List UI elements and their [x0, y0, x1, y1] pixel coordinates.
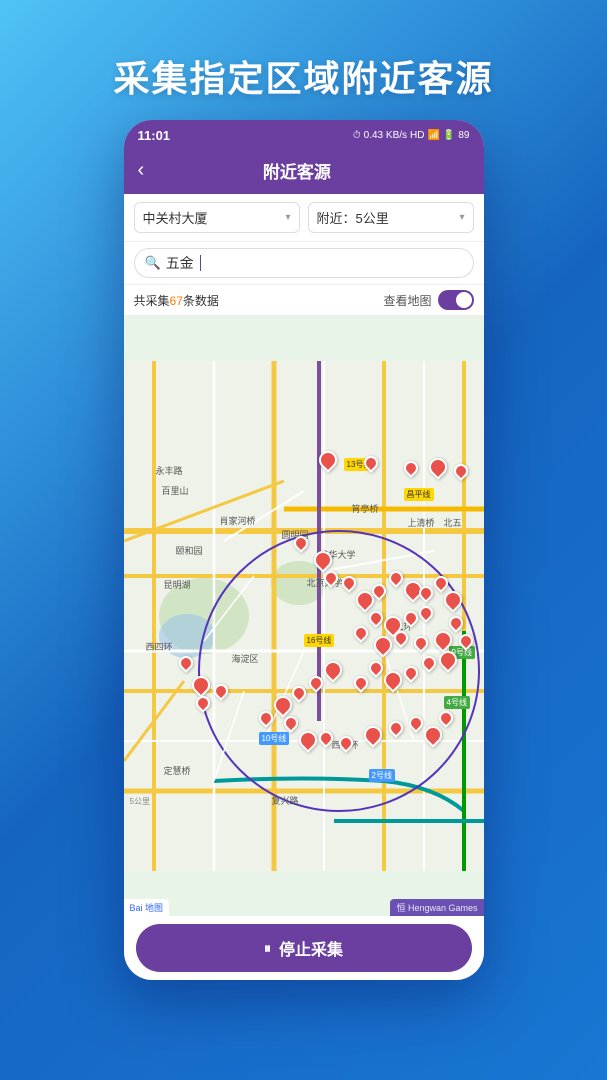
- map-toggle-area: 查看地图: [383, 290, 473, 310]
- app-header: ‹ 附近客源: [124, 148, 484, 194]
- map-pin: [419, 586, 433, 600]
- back-button[interactable]: ‹: [138, 159, 145, 182]
- header-title: 附近客源: [154, 158, 439, 183]
- map-pin: [369, 661, 383, 675]
- phone-frame: 11:01 ⏱ 0.43 KB/s HD 📶 🔋 89 ‹ 附近客源 中关村大厦…: [124, 120, 484, 980]
- distance-arrow: ▾: [459, 212, 464, 223]
- title-area: 采集指定区域附近客源: [0, 30, 607, 120]
- location-filter[interactable]: 中关村大厦 ▾: [134, 202, 300, 233]
- toggle-knob: [456, 292, 472, 308]
- map-pin: [434, 576, 448, 590]
- distance-filter[interactable]: 附近：5公里 ▾: [308, 202, 474, 233]
- hd-icon: HD: [410, 130, 424, 141]
- map-pin: [294, 536, 308, 550]
- map-pin: [404, 666, 418, 680]
- hengwan-watermark: 恒 Hengwan Games: [390, 899, 483, 916]
- map-toggle-switch[interactable]: [438, 290, 474, 310]
- map-pin: [319, 731, 333, 745]
- map-pin: [274, 696, 292, 714]
- map-pin: [374, 636, 392, 654]
- map-pin: [389, 721, 403, 735]
- battery-level: 89: [458, 130, 469, 141]
- filter-row: 中关村大厦 ▾ 附近：5公里 ▾: [124, 194, 484, 242]
- map-pin: [424, 726, 442, 744]
- status-time: 11:01: [138, 128, 171, 143]
- map-pin: [192, 676, 210, 694]
- search-row: 🔍 五金: [124, 242, 484, 285]
- info-row: 共采集67条数据 查看地图: [124, 285, 484, 316]
- distance-text: 附近：5公里: [317, 208, 389, 227]
- pause-icon: ⏸: [264, 940, 271, 957]
- count-number: 67: [170, 294, 183, 308]
- map-pin: [339, 736, 353, 750]
- location-text: 中关村大厦: [143, 208, 208, 227]
- map-pin: [314, 551, 332, 569]
- stop-collect-button[interactable]: ⏸ 停止采集: [136, 924, 472, 972]
- network-icon: 📶: [427, 130, 439, 141]
- map-pin: [384, 671, 402, 689]
- page-main-title: 采集指定区域附近客源: [0, 50, 607, 102]
- map-pin: [404, 611, 418, 625]
- search-box[interactable]: 🔍 五金: [134, 248, 474, 278]
- map-pin: [354, 626, 368, 640]
- status-icons: ⏱ 0.43 KB/s HD 📶 🔋 89: [353, 130, 470, 141]
- signal-kb: 0.43 KB/s: [364, 130, 407, 141]
- map-background: 13号线 16号线 10号线 2号线 9号线 4号线 昌平线 颐和园 昆明湖 圆…: [124, 316, 484, 916]
- map-pin: [364, 456, 378, 470]
- map-pin: [354, 676, 368, 690]
- map-pin: [419, 606, 433, 620]
- map-pin: [394, 631, 408, 645]
- metro-label-changping: 昌平线: [404, 488, 434, 501]
- map-pin: [364, 726, 382, 744]
- map-toggle-label: 查看地图: [383, 292, 431, 309]
- map-pin: [389, 571, 403, 585]
- map-pin: [292, 686, 306, 700]
- map-pin: [324, 571, 338, 585]
- status-bar: 11:01 ⏱ 0.43 KB/s HD 📶 🔋 89: [124, 120, 484, 148]
- map-pin: [454, 464, 468, 478]
- map-pin: [309, 676, 323, 690]
- map-pin: [439, 711, 453, 725]
- battery-icon: 🔋: [443, 130, 455, 141]
- baidu-logo: Bai 地图: [124, 899, 170, 916]
- map-pin: [449, 616, 463, 630]
- map-pin: [179, 656, 193, 670]
- map-pin: [319, 451, 337, 469]
- metro-label-4: 4号线: [444, 696, 470, 709]
- signal-text: ⏱: [353, 130, 361, 141]
- text-cursor: [200, 255, 202, 271]
- count-suffix: 条数据: [183, 294, 219, 308]
- map-pin: [409, 716, 423, 730]
- count-prefix: 共采集: [134, 294, 170, 308]
- stop-label: 停止采集: [279, 936, 343, 960]
- map-pin: [342, 576, 356, 590]
- map-pin: [459, 634, 473, 648]
- map-area: 13号线 16号线 10号线 2号线 9号线 4号线 昌平线 颐和园 昆明湖 圆…: [124, 316, 484, 916]
- count-text: 共采集67条数据: [134, 292, 219, 309]
- location-arrow: ▾: [285, 212, 290, 223]
- map-pin: [404, 461, 418, 475]
- map-pin: [196, 696, 210, 710]
- map-pin: [414, 636, 428, 650]
- map-pin: [259, 711, 273, 725]
- map-pin: [372, 584, 386, 598]
- search-icon: 🔍: [145, 255, 161, 271]
- map-pin: [429, 458, 447, 476]
- metro-label-16: 16号线: [304, 634, 335, 647]
- map-pin: [434, 631, 452, 649]
- map-pin: [299, 731, 317, 749]
- map-pin: [444, 591, 462, 609]
- page-wrapper: 采集指定区域附近客源 11:01 ⏱ 0.43 KB/s HD 📶 🔋 89 ‹…: [0, 0, 607, 1080]
- map-pin: [439, 651, 457, 669]
- search-value: 五金: [166, 253, 194, 273]
- map-pin: [324, 661, 342, 679]
- map-pin: [369, 611, 383, 625]
- map-pin: [214, 684, 228, 698]
- map-pin: [422, 656, 436, 670]
- metro-label-10: 10号线: [259, 732, 290, 745]
- map-pin: [284, 716, 298, 730]
- metro-label-2: 2号线: [369, 769, 395, 782]
